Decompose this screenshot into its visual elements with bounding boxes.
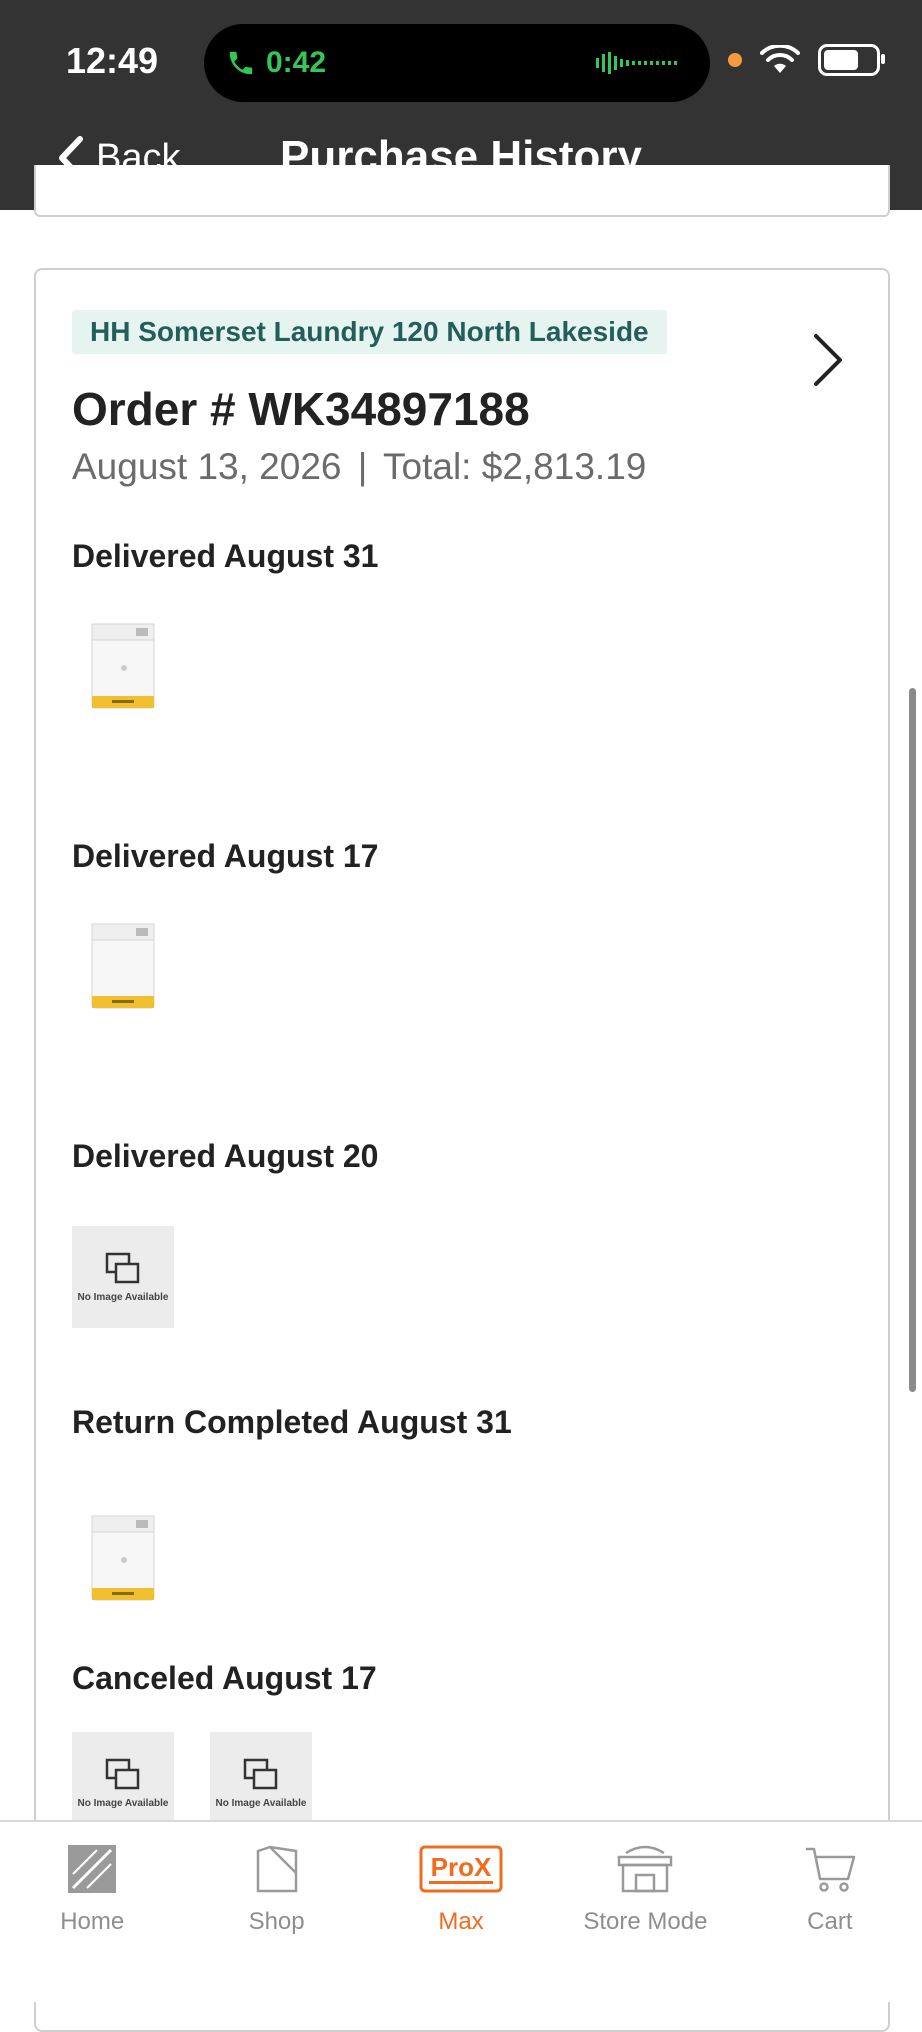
prox-icon: ProX: [419, 1845, 503, 1893]
status-time: 12:49: [66, 40, 159, 81]
order-meta: August 13, 2026 | Total: $2,813.19: [72, 446, 646, 488]
order-number: Order # WK34897188: [72, 383, 530, 435]
store-tag: HH Somerset Laundry 120 North Lakeside: [72, 310, 667, 354]
product-thumbnail[interactable]: [72, 1502, 174, 1604]
shop-icon: [256, 1845, 297, 1893]
nav-label: Home: [60, 1908, 125, 1935]
audio-wave-icon: [596, 52, 677, 74]
no-image-label: No Image Available: [77, 1797, 169, 1809]
nav-cart[interactable]: Cart: [738, 1822, 922, 2002]
store-icon: [618, 1845, 673, 1893]
nav-label: Cart: [807, 1908, 853, 1935]
product-thumbnail[interactable]: No Image Available: [210, 1732, 312, 1834]
scrollbar[interactable]: [909, 688, 916, 1392]
order-date: August 13, 2026: [72, 446, 342, 487]
mic-indicator-icon: [728, 53, 742, 67]
return-group-title: Return Completed August 31: [72, 1404, 512, 1440]
previous-order-card[interactable]: [34, 165, 890, 217]
washer-image-icon: [91, 1515, 155, 1601]
cart-icon: [805, 1847, 856, 1892]
bottom-nav: Home Shop ProX Max Store Mode Cart: [0, 1820, 922, 2002]
chevron-right-icon[interactable]: [808, 330, 848, 390]
washer-image-icon: [91, 623, 155, 709]
meta-separator: |: [357, 446, 368, 487]
nav-label: Max: [438, 1908, 484, 1935]
dynamic-island[interactable]: 0:42: [204, 24, 710, 102]
no-image-icon: [243, 1758, 278, 1789]
nav-home[interactable]: Home: [0, 1822, 184, 2002]
svg-text:ProX: ProX: [431, 1852, 492, 1882]
product-thumbnail[interactable]: No Image Available: [72, 1732, 174, 1834]
battery-icon: [818, 44, 885, 76]
no-image-label: No Image Available: [77, 1291, 169, 1303]
washer-image-icon: [91, 923, 155, 1009]
nav-store-mode[interactable]: Store Mode: [553, 1822, 737, 2002]
nav-max[interactable]: ProX Max: [369, 1822, 553, 2002]
no-image-label: No Image Available: [215, 1797, 307, 1809]
delivery-group-title: Delivered August 31: [72, 538, 379, 574]
order-total: Total: $2,813.19: [383, 446, 647, 487]
delivery-group-title: Delivered August 17: [72, 838, 379, 874]
canceled-group-title: Canceled August 17: [72, 1660, 377, 1696]
nav-label: Store Mode: [583, 1908, 708, 1935]
phone-icon: [229, 51, 253, 75]
order-card[interactable]: HH Somerset Laundry 120 North Lakeside O…: [34, 268, 890, 2032]
home-depot-logo-icon: [68, 1845, 117, 1893]
product-thumbnail[interactable]: No Image Available: [72, 1226, 174, 1328]
wifi-icon: [760, 45, 800, 73]
no-image-icon: [105, 1758, 140, 1789]
no-image-icon: [105, 1252, 140, 1283]
nav-label: Shop: [248, 1908, 305, 1935]
product-thumbnail[interactable]: [72, 910, 174, 1012]
product-thumbnail[interactable]: [72, 610, 174, 712]
status-icons: [728, 44, 885, 76]
call-indicator: 0:42: [226, 46, 326, 80]
nav-shop[interactable]: Shop: [184, 1822, 368, 2002]
delivery-group-title: Delivered August 20: [72, 1138, 379, 1174]
call-timer: 0:42: [266, 46, 327, 79]
